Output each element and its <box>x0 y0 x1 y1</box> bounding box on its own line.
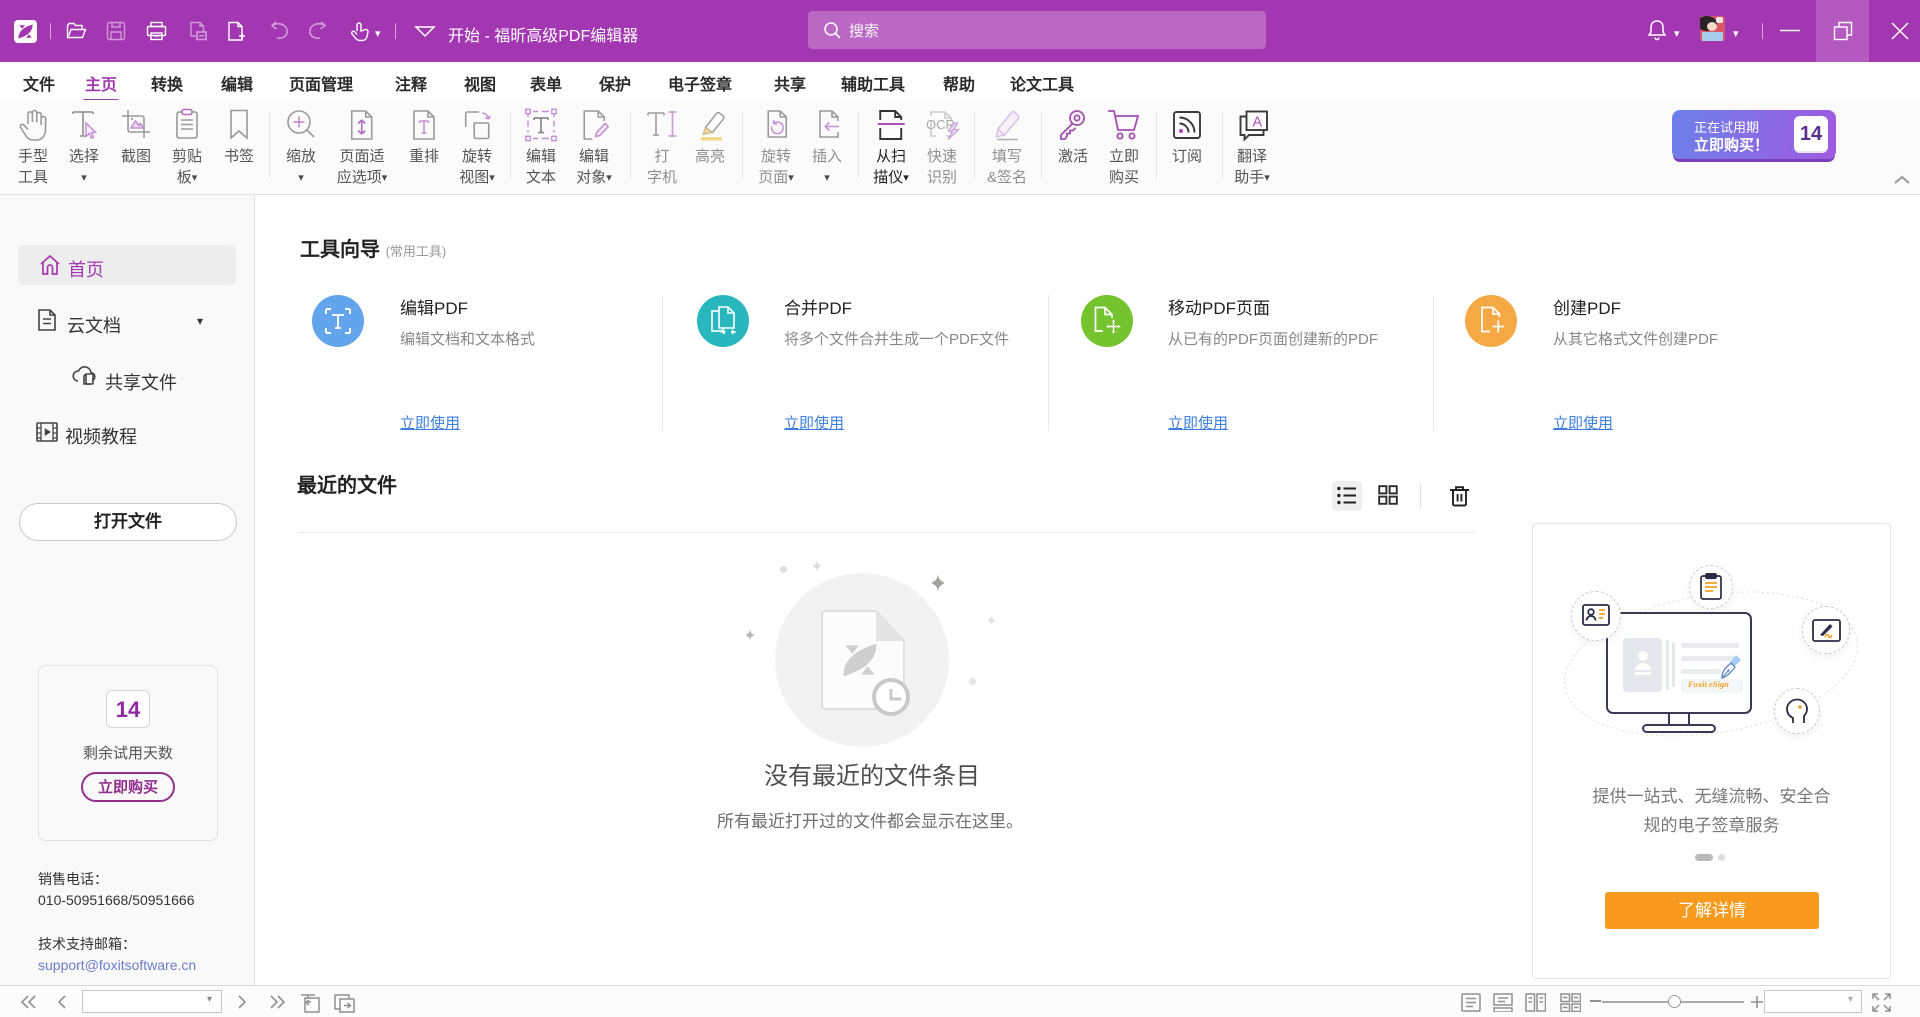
svg-text:A: A <box>1253 115 1263 131</box>
